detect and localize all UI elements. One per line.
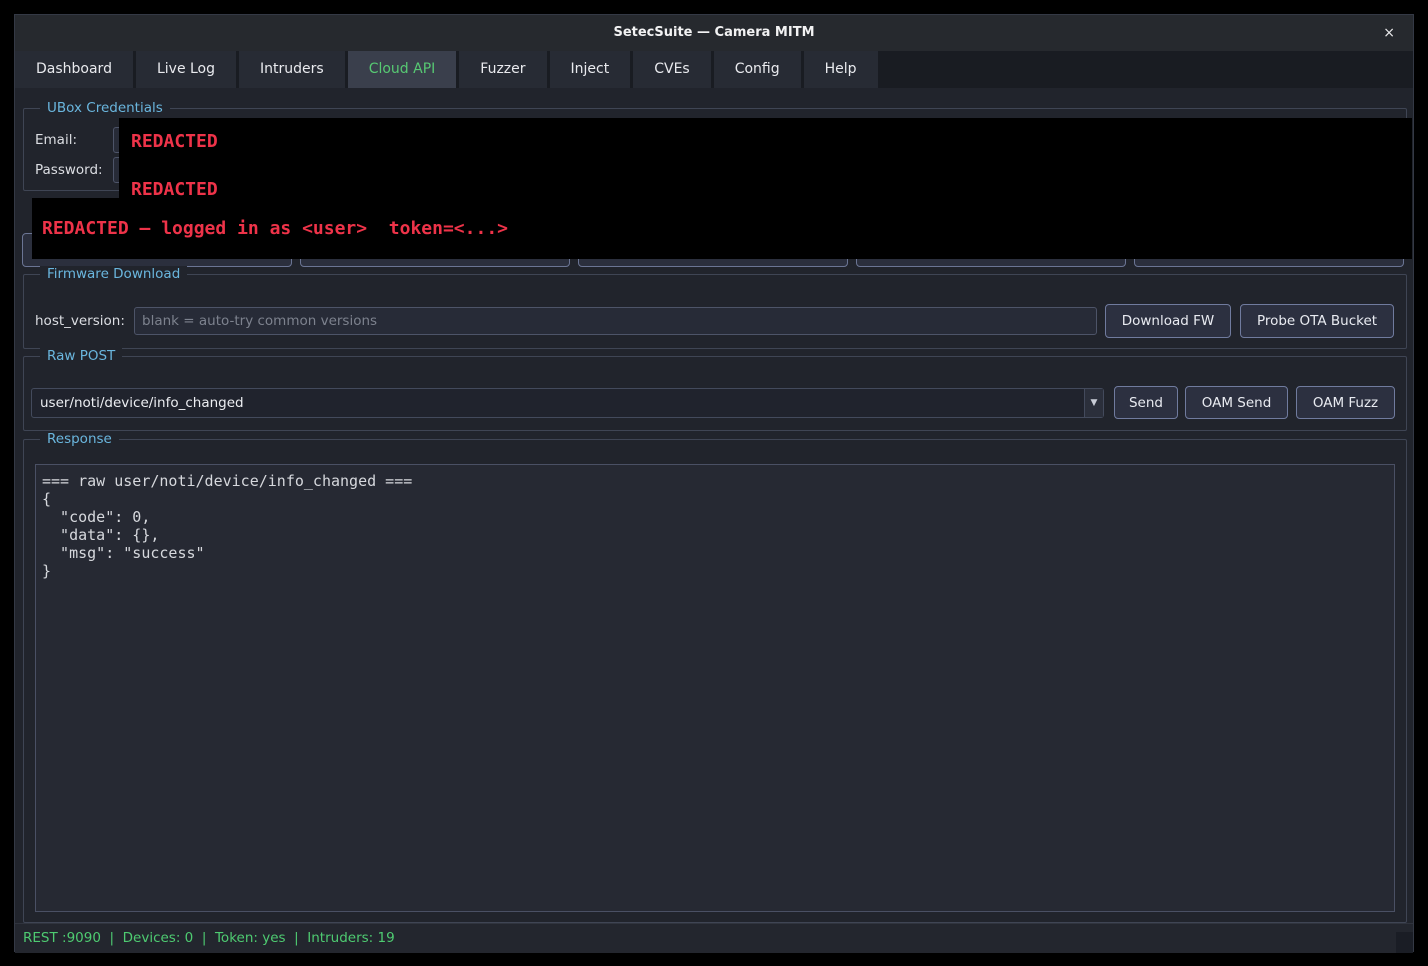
host-version-input[interactable] <box>134 307 1097 335</box>
tab-live-log[interactable]: Live Log <box>136 51 236 88</box>
status-text: REST :9090 | Devices: 0 | Token: yes | I… <box>23 924 395 953</box>
tab-intruders[interactable]: Intruders <box>239 51 345 88</box>
tab-cves[interactable]: CVEs <box>633 51 711 88</box>
email-label: Email: <box>35 132 77 148</box>
tab-dashboard[interactable]: Dashboard <box>15 51 133 88</box>
status-bar: REST :9090 | Devices: 0 | Token: yes | I… <box>15 923 1413 953</box>
resize-grip[interactable] <box>1396 932 1413 953</box>
response-title: Response <box>40 431 119 447</box>
ubox-credentials-title: UBox Credentials <box>40 100 170 116</box>
close-button[interactable]: × <box>1383 15 1395 51</box>
endpoint-value: user/noti/device/info_changed <box>40 389 244 417</box>
send-button[interactable]: Send <box>1114 386 1178 419</box>
probe-ota-bucket-button[interactable]: Probe OTA Bucket <box>1240 304 1394 338</box>
tab-bar: Dashboard Live Log Intruders Cloud API F… <box>15 51 1413 88</box>
app-window: SetecSuite — Camera MITM × Dashboard Liv… <box>14 14 1414 952</box>
redacted-login-status-text: REDACTED — logged in as <user> token=<..… <box>42 219 508 239</box>
firmware-download-title: Firmware Download <box>40 266 187 282</box>
title-bar[interactable]: SetecSuite — Camera MITM × <box>15 15 1413 51</box>
download-fw-button[interactable]: Download FW <box>1105 304 1231 338</box>
oam-fuzz-button[interactable]: OAM Fuzz <box>1296 386 1395 419</box>
chevron-down-icon[interactable]: ▼ <box>1084 389 1103 417</box>
redaction-overlay-upper <box>119 118 1412 198</box>
password-label: Password: <box>35 162 103 178</box>
tab-config[interactable]: Config <box>714 51 801 88</box>
host-version-label: host_version: <box>35 313 125 329</box>
oam-send-button[interactable]: OAM Send <box>1185 386 1288 419</box>
redacted-email-text: REDACTED <box>131 132 218 152</box>
endpoint-combobox[interactable]: user/noti/device/info_changed ▼ <box>31 388 1104 418</box>
tab-fuzzer[interactable]: Fuzzer <box>459 51 546 88</box>
response-textarea[interactable]: === raw user/noti/device/info_changed ==… <box>35 464 1395 912</box>
window-title: SetecSuite — Camera MITM <box>15 15 1413 51</box>
redacted-password-text: REDACTED <box>131 180 218 200</box>
tab-inject[interactable]: Inject <box>550 51 631 88</box>
tab-help[interactable]: Help <box>804 51 878 88</box>
raw-post-title: Raw POST <box>40 348 122 364</box>
tab-cloud-api[interactable]: Cloud API <box>348 51 457 88</box>
